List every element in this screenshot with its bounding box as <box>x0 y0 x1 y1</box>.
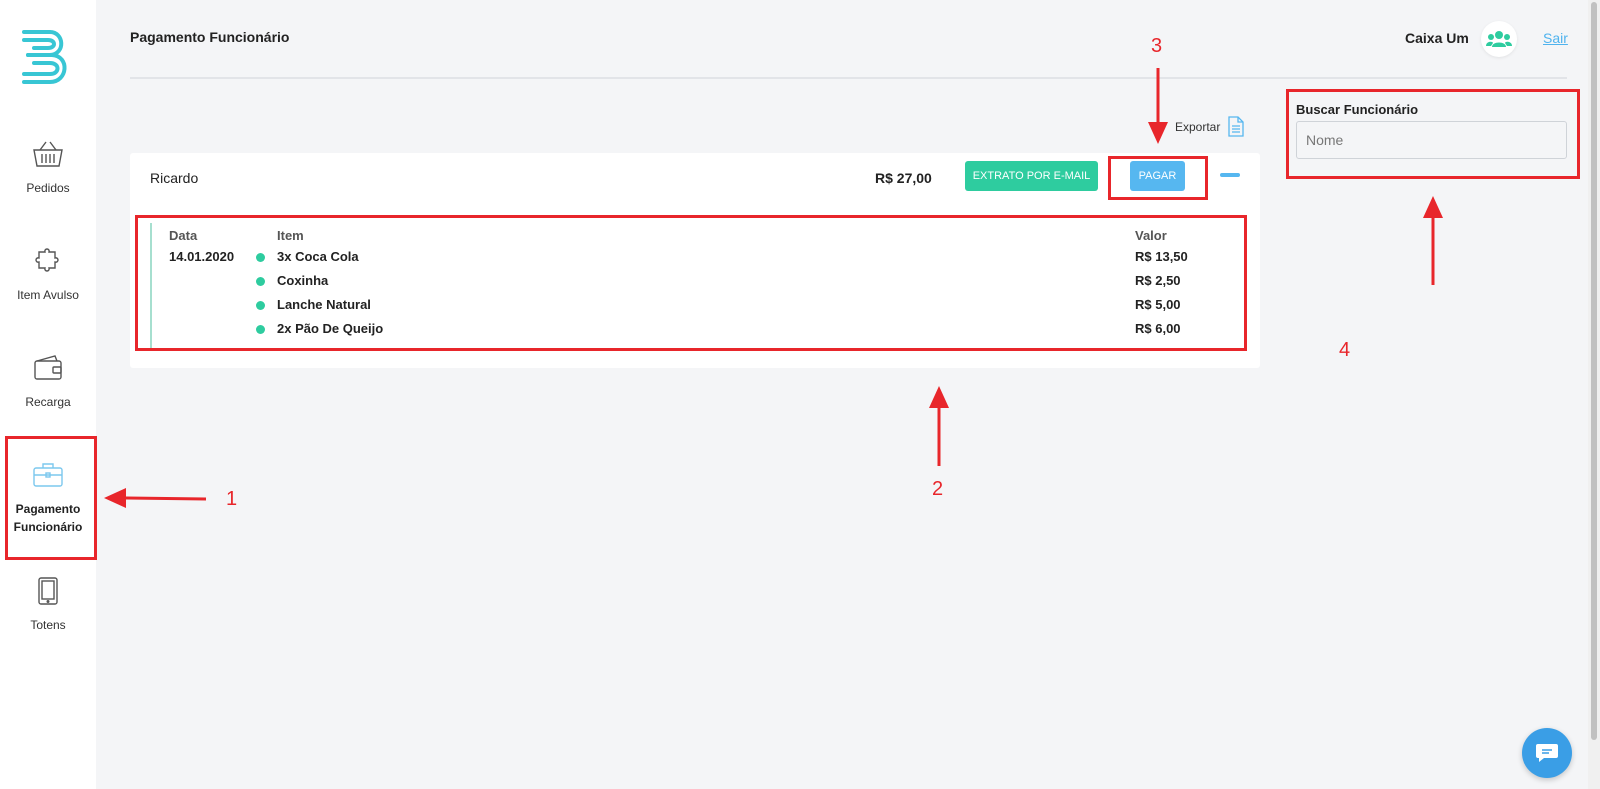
sidebar-item-pedidos[interactable]: Pedidos <box>0 139 96 197</box>
scrollbar-thumb[interactable] <box>1591 2 1597 740</box>
export-button[interactable]: Exportar <box>1175 116 1245 137</box>
basket-icon <box>33 141 63 167</box>
annotation-number-2: 2 <box>932 478 944 500</box>
minus-icon[interactable] <box>1220 173 1240 177</box>
annotation-number-4: 4 <box>1339 339 1351 361</box>
annotation-box-3 <box>1108 156 1208 200</box>
puzzle-icon <box>35 248 59 272</box>
sidebar: Pedidos Item Avulso Recarga Pagamento Fu… <box>0 0 96 789</box>
sidebar-item-label: Totens <box>30 618 66 632</box>
sidebar-item-label: Item Avulso <box>17 288 79 302</box>
page-title: Pagamento Funcionário <box>130 29 290 45</box>
chat-icon <box>1536 744 1558 762</box>
users-icon <box>1486 31 1512 47</box>
employee-total: R$ 27,00 <box>875 170 932 186</box>
sidebar-item-totens[interactable]: Totens <box>0 576 96 634</box>
employee-name: Ricardo <box>150 170 199 186</box>
annotation-number-3: 3 <box>1151 35 1163 57</box>
sidebar-item-label: Pedidos <box>26 181 70 195</box>
annotation-box-2 <box>135 215 1247 351</box>
extrato-email-button[interactable]: EXTRATO POR E-MAIL <box>965 161 1098 191</box>
wallet-icon <box>34 355 62 380</box>
annotation-number-1: 1 <box>226 488 238 510</box>
sidebar-item-item-avulso[interactable]: Item Avulso <box>0 246 96 304</box>
user-name: Caixa Um <box>1405 30 1469 46</box>
annotation-box-1 <box>5 436 97 560</box>
tablet-icon <box>38 577 58 605</box>
document-icon <box>1228 116 1245 137</box>
sidebar-item-label: Recarga <box>25 395 71 409</box>
brand-logo-icon[interactable] <box>20 26 72 88</box>
logout-link[interactable]: Sair <box>1543 30 1568 46</box>
avatar[interactable] <box>1481 21 1517 57</box>
chat-button[interactable] <box>1522 728 1572 778</box>
sidebar-item-recarga[interactable]: Recarga <box>0 353 96 411</box>
annotation-box-4 <box>1286 89 1580 179</box>
header-divider <box>130 77 1567 79</box>
export-label: Exportar <box>1175 119 1221 134</box>
